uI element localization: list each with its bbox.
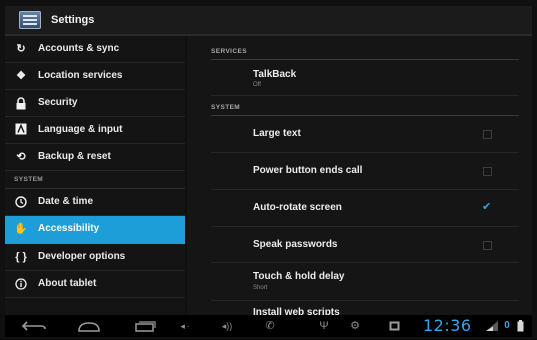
sidebar-item-label: Date & time bbox=[38, 196, 94, 207]
recent-apps-icon[interactable] bbox=[129, 315, 159, 337]
setting-summary: Off bbox=[253, 82, 261, 88]
sidebar-item-date-time[interactable]: Date & time bbox=[5, 189, 185, 216]
sidebar-item-label: Security bbox=[38, 97, 78, 108]
sidebar-item-language-input[interactable]: Language & input bbox=[5, 117, 185, 144]
volume-down-icon[interactable]: ◂ · bbox=[177, 315, 193, 337]
setting-title: TalkBack bbox=[253, 69, 297, 80]
speak-passwords-checkbox[interactable] bbox=[483, 241, 492, 250]
clock-icon bbox=[14, 195, 28, 209]
system-navigation-bar: ◂ · ◂)) ✆ Ψ ⚙ 12:36 0 bbox=[5, 315, 532, 337]
sidebar-item-label: Language & input bbox=[38, 124, 123, 135]
location-icon: ❖ bbox=[16, 70, 26, 82]
sidebar-item-label: Accessibility bbox=[38, 223, 100, 234]
auto-rotate-checkbox[interactable] bbox=[482, 200, 492, 213]
power-button-checkbox[interactable] bbox=[483, 167, 492, 176]
braces-icon: { } bbox=[15, 251, 27, 263]
setting-title: Auto-rotate screen bbox=[253, 202, 342, 213]
setting-title: Touch & hold delay bbox=[253, 271, 345, 282]
settings-sidebar: ↻ Accounts & sync ❖ Location services Se… bbox=[5, 36, 185, 315]
sync-icon: ↻ bbox=[16, 43, 26, 55]
setting-title: Install web scripts bbox=[253, 307, 340, 315]
setting-install-web-scripts[interactable]: Install web scripts bbox=[211, 301, 519, 315]
setting-power-button-ends-call[interactable]: Power button ends call bbox=[211, 153, 519, 190]
setting-title: Large text bbox=[253, 128, 301, 139]
usb-icon: Ψ bbox=[319, 320, 329, 332]
sidebar-item-security[interactable]: Security bbox=[5, 90, 185, 117]
section-header-services: SERVICES bbox=[211, 48, 247, 55]
screenshot-icon bbox=[387, 315, 401, 337]
setting-speak-passwords[interactable]: Speak passwords bbox=[211, 227, 519, 263]
sidebar-item-accessibility[interactable]: ✋ Accessibility bbox=[5, 216, 185, 244]
setting-auto-rotate-screen[interactable]: Auto-rotate screen bbox=[211, 190, 519, 227]
setting-title: Speak passwords bbox=[253, 239, 338, 250]
sidebar-item-location-services[interactable]: ❖ Location services bbox=[5, 63, 185, 90]
sidebar-section-header-system: SYSTEM bbox=[14, 176, 44, 183]
setting-summary: Short bbox=[253, 285, 268, 291]
sidebar-item-about-tablet[interactable]: About tablet bbox=[5, 271, 185, 298]
sidebar-item-label: Backup & reset bbox=[38, 151, 111, 162]
setting-talkback[interactable]: TalkBack Off bbox=[211, 60, 519, 96]
status-clock: 12:36 bbox=[423, 316, 472, 335]
sidebar-item-label: Accounts & sync bbox=[38, 43, 120, 54]
action-bar: Settings bbox=[5, 6, 532, 36]
sidebar-item-backup-reset[interactable]: ⟲ Backup & reset bbox=[5, 144, 185, 171]
status-indicator-icon: 0 bbox=[504, 320, 510, 331]
settings-gear-icon: ⚙ bbox=[350, 320, 360, 332]
sidebar-item-label: Developer options bbox=[38, 251, 126, 262]
page-title: Settings bbox=[51, 14, 95, 26]
sidebar-item-label: About tablet bbox=[38, 278, 97, 289]
setting-large-text[interactable]: Large text bbox=[211, 116, 519, 153]
hand-icon: ✋ bbox=[14, 223, 28, 235]
sidebar-item-label: Location services bbox=[38, 70, 123, 81]
volume-up-icon[interactable]: ◂)) bbox=[217, 315, 237, 337]
setting-title: Power button ends call bbox=[253, 165, 363, 176]
home-icon[interactable] bbox=[74, 315, 104, 337]
wifi-signal-icon bbox=[485, 315, 499, 337]
accessibility-panel: SERVICES TalkBack Off SYSTEM Large text … bbox=[187, 36, 532, 315]
setting-touch-hold-delay[interactable]: Touch & hold delay Short bbox=[211, 263, 519, 301]
tablet-screen: Settings ↻ Accounts & sync ❖ Location se… bbox=[0, 0, 537, 339]
large-text-checkbox[interactable] bbox=[483, 130, 492, 139]
info-icon bbox=[14, 277, 28, 291]
backup-icon: ⟲ bbox=[16, 151, 26, 163]
section-header-system: SYSTEM bbox=[211, 104, 241, 111]
battery-icon bbox=[515, 315, 525, 337]
sidebar-item-accounts-sync[interactable]: ↻ Accounts & sync bbox=[5, 36, 185, 63]
phone-icon: ✆ bbox=[265, 320, 275, 332]
lock-icon bbox=[14, 96, 28, 110]
sidebar-item-developer-options[interactable]: { } Developer options bbox=[5, 244, 185, 271]
language-icon bbox=[14, 123, 28, 137]
settings-app-icon[interactable] bbox=[19, 11, 41, 29]
back-icon[interactable] bbox=[19, 315, 49, 337]
